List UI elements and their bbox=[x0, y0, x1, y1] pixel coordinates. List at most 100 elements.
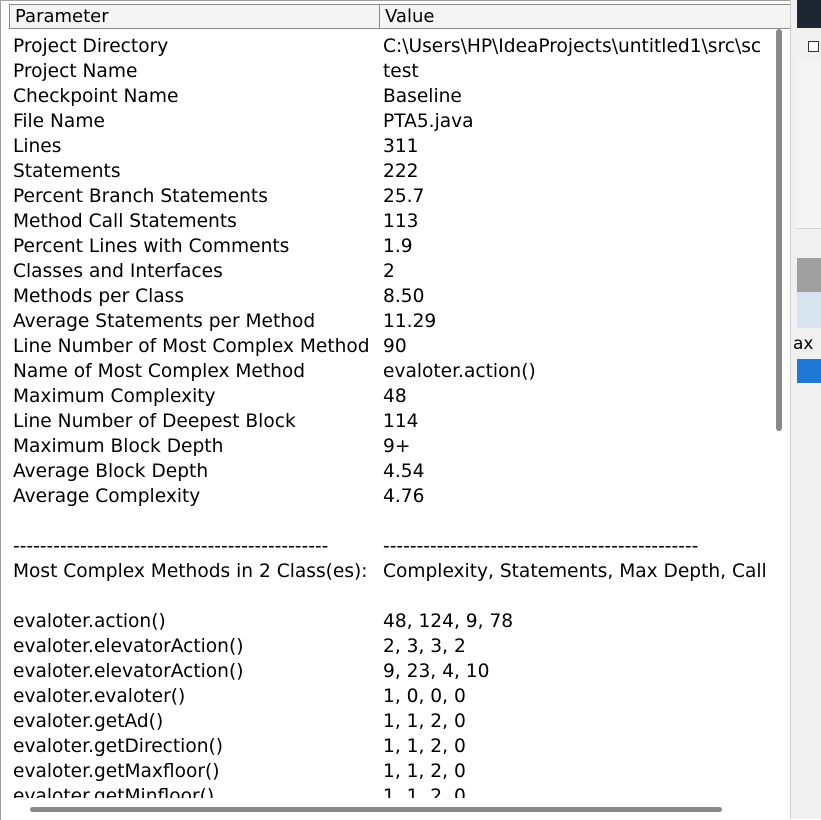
parameter-cell: Checkpoint Name bbox=[13, 86, 179, 107]
parameter-cell: Statements bbox=[13, 161, 121, 182]
value-cell: 113 bbox=[383, 211, 419, 232]
vertical-scrollbar-thumb[interactable] bbox=[776, 29, 782, 431]
value-cell: 4.54 bbox=[383, 461, 425, 482]
background-panel-segment bbox=[797, 164, 821, 205]
parameter-cell: evaloter.elevatorAction() bbox=[13, 636, 244, 657]
table-row[interactable]: Classes and Interfaces 2 bbox=[1, 259, 767, 284]
value-cell: 1, 1, 2, 0 bbox=[383, 736, 466, 757]
table-row[interactable]: Average Statements per Method 11.29 bbox=[1, 309, 767, 334]
value-cell: 25.7 bbox=[383, 186, 425, 207]
parameter-cell: Percent Lines with Comments bbox=[13, 236, 290, 257]
background-window-edge: ax bbox=[790, 0, 821, 819]
table-row[interactable]: File Name PTA5.java bbox=[1, 109, 767, 134]
value-cell: 48 bbox=[383, 386, 407, 407]
table-row[interactable]: evaloter.getDirection() 1, 1, 2, 0 bbox=[1, 734, 767, 759]
background-selected-row[interactable] bbox=[797, 359, 821, 383]
parameter-cell: Average Complexity bbox=[13, 486, 201, 507]
background-titlebar bbox=[797, 0, 821, 28]
value-cell: 311 bbox=[383, 136, 419, 157]
parameter-cell: Maximum Block Depth bbox=[13, 436, 224, 457]
maximize-icon[interactable] bbox=[808, 41, 819, 52]
parameter-cell: evaloter.evaloter() bbox=[13, 686, 186, 707]
table-row[interactable]: Most Complex Methods in 2 Class(es): Comp… bbox=[1, 559, 776, 584]
table-row[interactable] bbox=[1, 509, 767, 534]
table-row[interactable]: Methods per Class 8.50 bbox=[1, 284, 767, 309]
value-cell: 9, 23, 4, 10 bbox=[383, 661, 490, 682]
background-header-block bbox=[797, 258, 821, 292]
table-row[interactable]: Line Number of Most Complex Method 90 bbox=[1, 334, 767, 359]
table-row[interactable]: Statements 222 bbox=[1, 159, 767, 184]
table-row[interactable]: Project Name test bbox=[1, 59, 767, 84]
table-row[interactable]: Percent Branch Statements 25.7 bbox=[1, 184, 767, 209]
value-cell: 48, 124, 9, 78 bbox=[383, 611, 514, 632]
table-row[interactable]: Project Directory C:\Users\HP\IdeaProject… bbox=[1, 34, 767, 59]
table-row[interactable]: evaloter.elevatorAction() 2, 3, 3, 2 bbox=[1, 634, 767, 659]
column-header-parameter[interactable]: Parameter bbox=[10, 5, 380, 28]
value-cell: 114 bbox=[383, 411, 419, 432]
table-row[interactable]: Maximum Complexity 48 bbox=[1, 384, 767, 409]
table-row[interactable]: Average Block Depth 4.54 bbox=[1, 459, 767, 484]
table-row[interactable]: evaloter.elevatorAction() 9, 23, 4, 10 bbox=[1, 659, 767, 684]
value-cell: 4.76 bbox=[383, 486, 425, 507]
table-row[interactable]: evaloter.action() 48, 124, 9, 78 bbox=[1, 609, 767, 634]
parameter-cell: Most Complex Methods in 2 Class(es): bbox=[13, 561, 368, 582]
value-cell: 2, 3, 3, 2 bbox=[383, 636, 466, 657]
table-row[interactable]: Lines 311 bbox=[1, 134, 767, 159]
value-cell: 11.29 bbox=[383, 311, 437, 332]
table-row[interactable]: Method Call Statements 113 bbox=[1, 209, 767, 234]
parameter-cell: Name of Most Complex Method bbox=[13, 361, 306, 382]
value-cell: 90 bbox=[383, 336, 407, 357]
parameter-cell: Line Number of Deepest Block bbox=[13, 411, 296, 432]
table-header: Parameter Value bbox=[9, 4, 791, 29]
value-cell: 2 bbox=[383, 261, 395, 282]
value-cell: 9+ bbox=[383, 436, 411, 457]
table-row[interactable]: Name of Most Complex Method evaloter.acti… bbox=[1, 359, 767, 384]
parameter-cell: Project Directory bbox=[13, 36, 169, 57]
table-row[interactable]: Percent Lines with Comments 1.9 bbox=[1, 234, 767, 259]
value-cell: C:\Users\HP\IdeaProjects\untitled1\src\s… bbox=[383, 36, 762, 57]
parameter-cell: Methods per Class bbox=[13, 286, 185, 307]
horizontal-scrollbar[interactable] bbox=[1, 798, 791, 820]
table-row[interactable]: Checkpoint Name Baseline bbox=[1, 84, 767, 109]
table-row[interactable]: evaloter.evaloter() 1, 0, 0, 0 bbox=[1, 684, 767, 709]
value-cell: Baseline bbox=[383, 86, 462, 107]
parameter-cell: Lines bbox=[13, 136, 62, 157]
parameter-cell: Average Statements per Method bbox=[13, 311, 316, 332]
parameter-cell: evaloter.action() bbox=[13, 611, 166, 632]
parameter-cell: Project Name bbox=[13, 61, 138, 82]
value-cell: 1.9 bbox=[383, 236, 413, 257]
table-row[interactable]: Line Number of Deepest Block 114 bbox=[1, 409, 767, 434]
value-cell: 1, 1, 2, 0 bbox=[383, 761, 466, 782]
value-cell: ----------------------------------------… bbox=[383, 536, 699, 557]
background-header-row bbox=[797, 292, 821, 328]
table-row[interactable]: Average Complexity 4.76 bbox=[1, 484, 767, 509]
table-row[interactable]: ----------------------------------------… bbox=[1, 534, 767, 559]
parameter-cell: File Name bbox=[13, 111, 105, 132]
parameter-cell: Percent Branch Statements bbox=[13, 186, 268, 207]
parameter-cell: ----------------------------------------… bbox=[13, 536, 329, 557]
parameter-cell: Line Number of Most Complex Method bbox=[13, 336, 370, 357]
parameter-cell: evaloter.getDirection() bbox=[13, 736, 223, 757]
parameter-cell: evaloter.elevatorAction() bbox=[13, 661, 244, 682]
value-cell: Complexity, Statements, Max Depth, Calls bbox=[383, 561, 777, 582]
parameter-cell: Method Call Statements bbox=[13, 211, 237, 232]
parameter-cell: evaloter.getAd() bbox=[13, 711, 164, 732]
value-cell: 222 bbox=[383, 161, 419, 182]
value-cell: evaloter.action() bbox=[383, 361, 536, 382]
table-row[interactable] bbox=[1, 584, 767, 609]
value-cell: 8.50 bbox=[383, 286, 425, 307]
value-cell: PTA5.java bbox=[383, 111, 474, 132]
value-cell: 1, 1, 2, 0 bbox=[383, 711, 466, 732]
vertical-scrollbar[interactable] bbox=[767, 29, 791, 798]
value-cell: test bbox=[383, 61, 419, 82]
column-header-value[interactable]: Value bbox=[380, 5, 791, 28]
table-row[interactable]: evaloter.getMaxfloor() 1, 1, 2, 0 bbox=[1, 759, 767, 784]
value-cell: 1, 0, 0, 0 bbox=[383, 686, 466, 707]
parameter-cell: evaloter.getMaxfloor() bbox=[13, 761, 220, 782]
horizontal-scrollbar-thumb[interactable] bbox=[30, 807, 722, 812]
metrics-table-panel: Parameter Value Project Directory C:\User… bbox=[0, 0, 791, 820]
parameter-cell: Average Block Depth bbox=[13, 461, 209, 482]
table-row[interactable]: evaloter.getAd() 1, 1, 2, 0 bbox=[1, 709, 767, 734]
table-row[interactable]: Maximum Block Depth 9+ bbox=[1, 434, 767, 459]
background-panel-segment bbox=[797, 60, 821, 101]
